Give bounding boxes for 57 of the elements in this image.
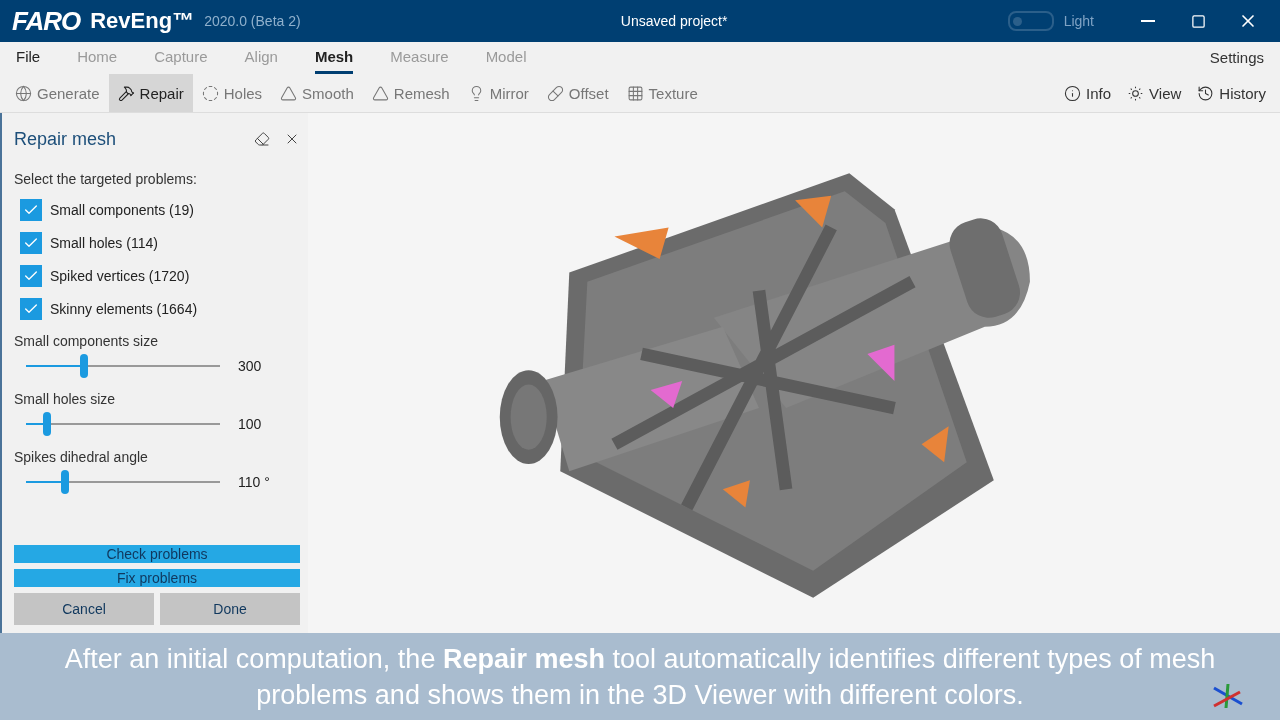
slider-label: Spikes dihedral angle [14,449,149,465]
checkbox-label: Skinny elements (1664) [50,300,198,317]
checkbox-label: Small components (19) [50,201,194,218]
product-name: RevEng™ [90,8,195,34]
triangle-icon [371,84,389,102]
slider-value: 100 [238,416,262,432]
prompt-text: Select the targeted problems: [14,171,198,187]
version-label: 2020.0 (Beta 2) [204,13,301,29]
checkbox-label: Small holes (114) [50,234,158,251]
menu-tab[interactable]: File [16,48,41,74]
checkbox[interactable] [20,231,42,254]
action-button[interactable]: Done [160,593,300,625]
slider-value: 300 [238,358,262,374]
tool-button[interactable]: Generate [6,74,109,112]
maximize-icon [1190,13,1206,29]
checkbox[interactable] [20,198,42,221]
action-button[interactable]: Check problems [14,545,300,563]
history-icon [1197,84,1215,102]
panel-title: Repair mesh [14,128,118,150]
tool-button[interactable]: Mirror [458,74,538,112]
slider-label: Small components size [14,333,159,349]
tool-button[interactable]: Texture [617,74,707,112]
tool-button[interactable]: Smooth [271,74,363,112]
action-button[interactable]: Cancel [14,593,154,625]
dashed-circle-icon [201,84,219,102]
checkbox[interactable] [20,297,42,320]
viewport[interactable] [308,113,1280,633]
slider-label: Small holes size [14,391,117,407]
logo: FARO [12,5,81,37]
settings-button[interactable]: Settings [1209,49,1264,74]
caption-text: After an initial computation, the Repair mesh tool automatically identifies different types of mesh problems and shows them in the 3D Viewer with different colors. [63,642,1217,712]
slider-value: 110 ° [238,474,270,490]
theme-toggle[interactable] [1007,11,1054,31]
checkbox[interactable] [20,264,42,287]
hammer-icon [117,84,135,102]
minimize-icon [1141,20,1155,22]
tool-button[interactable]: Repair [108,74,193,112]
toggle-label: Light [1063,13,1094,29]
tool-button[interactable]: History [1189,74,1274,112]
eraser-button[interactable] [254,131,270,147]
grid-icon [626,84,644,102]
checkbox-label: Spiked vertices (1720) [50,267,190,284]
window-title: Unsaved project* [619,13,729,29]
tool-button[interactable]: Offset [537,74,618,112]
tool-button[interactable]: Info [1056,74,1120,112]
slider-thumb[interactable] [43,412,52,436]
slider-thumb[interactable] [80,354,89,378]
sun-icon [1127,84,1145,102]
tool-button[interactable]: Remesh [362,74,459,112]
capsule-icon [546,84,564,102]
slider-thumb[interactable] [60,470,69,494]
tool-button[interactable]: Holes [192,74,272,112]
globe-icon [15,84,32,102]
tool-button[interactable]: View [1119,74,1190,112]
info-icon [1064,84,1082,102]
action-button[interactable]: Fix problems [14,569,300,587]
menu-tab[interactable]: Mesh [314,48,354,74]
